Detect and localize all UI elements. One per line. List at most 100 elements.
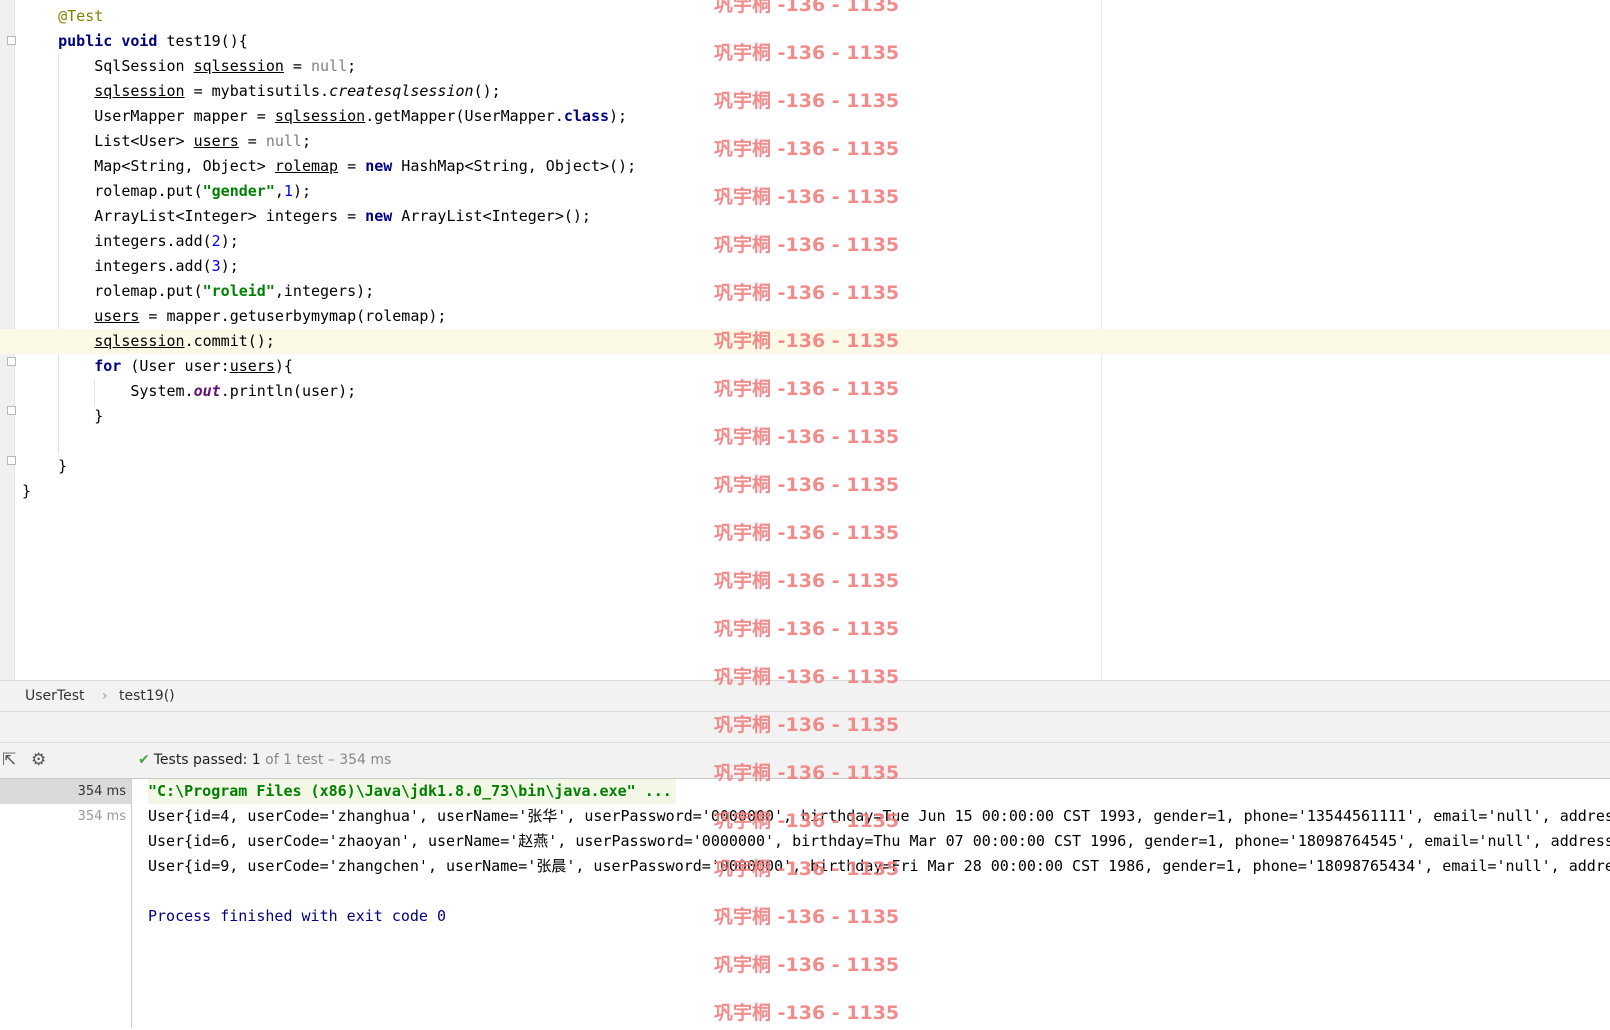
code-editor[interactable]: @Test public void test19(){ SqlSession s… <box>0 0 1610 680</box>
fold-marker-icon[interactable] <box>7 406 16 415</box>
code-line[interactable]: sqlsession.commit(); <box>0 329 1610 354</box>
breadcrumb: UserTest › test19() <box>0 680 1610 712</box>
console-line: "C:\Program Files (x86)\Java\jdk1.8.0_73… <box>148 779 676 804</box>
code-line[interactable]: integers.add(2); <box>22 229 1582 254</box>
code-token: .commit(); <box>184 332 275 350</box>
status-summary: of 1 test – 354 ms <box>265 752 392 768</box>
code-line[interactable]: Map<String, Object> rolemap = new HashMa… <box>22 154 1582 179</box>
code-token: 3 <box>211 257 221 275</box>
code-token: users <box>193 132 239 150</box>
code-token: } <box>22 457 68 475</box>
code-token: users <box>94 307 140 325</box>
code-token: sqlsession <box>193 57 284 75</box>
code-line[interactable]: rolemap.put("roleid",integers); <box>22 279 1582 304</box>
code-line[interactable]: SqlSession sqlsession = null; <box>22 54 1582 79</box>
code-line[interactable]: System.out.println(user); <box>22 379 1582 404</box>
code-line[interactable]: @Test <box>22 4 1582 29</box>
test-tree-item[interactable]: 354 ms <box>0 779 131 804</box>
code-token: ); <box>292 182 311 200</box>
code-token: ; <box>347 57 357 75</box>
code-token: ; <box>301 132 311 150</box>
code-token: ); <box>609 107 628 125</box>
code-token: ); <box>220 257 239 275</box>
run-toolbar: ⇱ ⚙ ✔ Tests passed: 1 of 1 test – 354 ms <box>0 743 1610 779</box>
code-token: ){ <box>274 357 293 375</box>
test-tree[interactable]: 354 ms 354 ms <box>0 779 132 1028</box>
code-token: SqlSession <box>22 57 194 75</box>
code-token: rolemap.put( <box>22 182 203 200</box>
code-line[interactable]: } <box>22 479 1582 504</box>
test-status: ✔ Tests passed: 1 of 1 test – 354 ms <box>138 752 391 768</box>
code-token: (); <box>473 82 501 100</box>
code-line[interactable]: rolemap.put("gender",1); <box>22 179 1582 204</box>
code-token: integers.add( <box>22 257 212 275</box>
code-token: .getMapper(UserMapper. <box>365 107 564 125</box>
status-prefix: Tests passed: <box>153 752 248 768</box>
code-line[interactable]: } <box>22 404 1582 429</box>
code-token: users <box>229 357 275 375</box>
code-token: null <box>265 132 302 150</box>
breadcrumb-method[interactable]: test19() <box>119 688 175 704</box>
code-token: = <box>338 157 366 175</box>
code-token: } <box>22 482 32 500</box>
code-token: for <box>94 357 122 375</box>
code-token: class <box>563 107 610 125</box>
code-token: sqlsession <box>94 82 185 100</box>
code-token: rolemap.put( <box>22 282 203 300</box>
code-token: } <box>22 407 104 425</box>
code-token: integers.add( <box>22 232 212 250</box>
code-line[interactable]: ArrayList<Integer> integers = new ArrayL… <box>22 204 1582 229</box>
fold-marker-icon[interactable] <box>7 36 16 45</box>
code-token: @Test <box>58 7 104 25</box>
code-token: 2 <box>211 232 221 250</box>
code-token: Map<String, Object> <box>22 157 275 175</box>
code-lines[interactable]: @Test public void test19(){ SqlSession s… <box>0 4 1610 504</box>
code-line[interactable]: for (User user:users){ <box>22 354 1582 379</box>
console-line: User{id=9, userCode='zhangchen', userNam… <box>148 857 1610 875</box>
fold-marker-icon[interactable] <box>7 456 16 465</box>
export-icon[interactable]: ⇱ <box>2 750 16 770</box>
console-line: User{id=6, userCode='zhaoyan', userName=… <box>148 832 1610 850</box>
console-output[interactable]: "C:\Program Files (x86)\Java\jdk1.8.0_73… <box>148 779 1610 1028</box>
code-token: HashMap<String, Object>(); <box>392 157 637 175</box>
code-token: , <box>274 182 284 200</box>
code-line[interactable]: users = mapper.getuserbymymap(rolemap); <box>22 304 1582 329</box>
code-token: "gender" <box>202 182 275 200</box>
code-line[interactable] <box>22 429 1582 454</box>
code-line[interactable]: UserMapper mapper = sqlsession.getMapper… <box>22 104 1582 129</box>
code-line[interactable]: sqlsession = mybatisutils.createsqlsessi… <box>22 79 1582 104</box>
code-token: sqlsession <box>274 107 366 125</box>
code-token: = <box>283 57 311 75</box>
code-token: List<User> <box>22 132 194 150</box>
code-line[interactable]: List<User> users = null; <box>22 129 1582 154</box>
code-token: = mybatisutils. <box>184 82 330 100</box>
code-token: .println(user); <box>220 382 357 400</box>
code-line[interactable]: integers.add(3); <box>22 254 1582 279</box>
fold-marker-icon[interactable] <box>7 357 16 366</box>
code-token: System. <box>22 382 194 400</box>
breadcrumb-class[interactable]: UserTest <box>25 688 84 704</box>
code-token: out <box>193 382 221 400</box>
code-line[interactable]: } <box>22 454 1582 479</box>
code-token: = mapper.getuserbymymap(rolemap); <box>139 307 447 325</box>
code-token: createsqlsession <box>329 82 474 100</box>
panel-header <box>0 712 1610 743</box>
console-line: Process finished with exit code 0 <box>148 907 447 925</box>
code-token: rolemap <box>274 157 339 175</box>
code-line[interactable]: public void test19(){ <box>22 29 1582 54</box>
code-token: 1 <box>283 182 293 200</box>
status-passed-count: 1 <box>251 752 261 768</box>
console-line: User{id=4, userCode='zhanghua', userName… <box>148 807 1610 825</box>
code-token: = <box>238 132 266 150</box>
code-token: test19(){ <box>157 32 248 50</box>
check-icon: ✔ <box>138 752 150 768</box>
breadcrumb-separator: › <box>102 688 108 704</box>
code-token: null <box>311 57 348 75</box>
gear-icon[interactable]: ⚙ <box>31 750 46 770</box>
test-tree-item[interactable]: 354 ms <box>0 804 131 829</box>
